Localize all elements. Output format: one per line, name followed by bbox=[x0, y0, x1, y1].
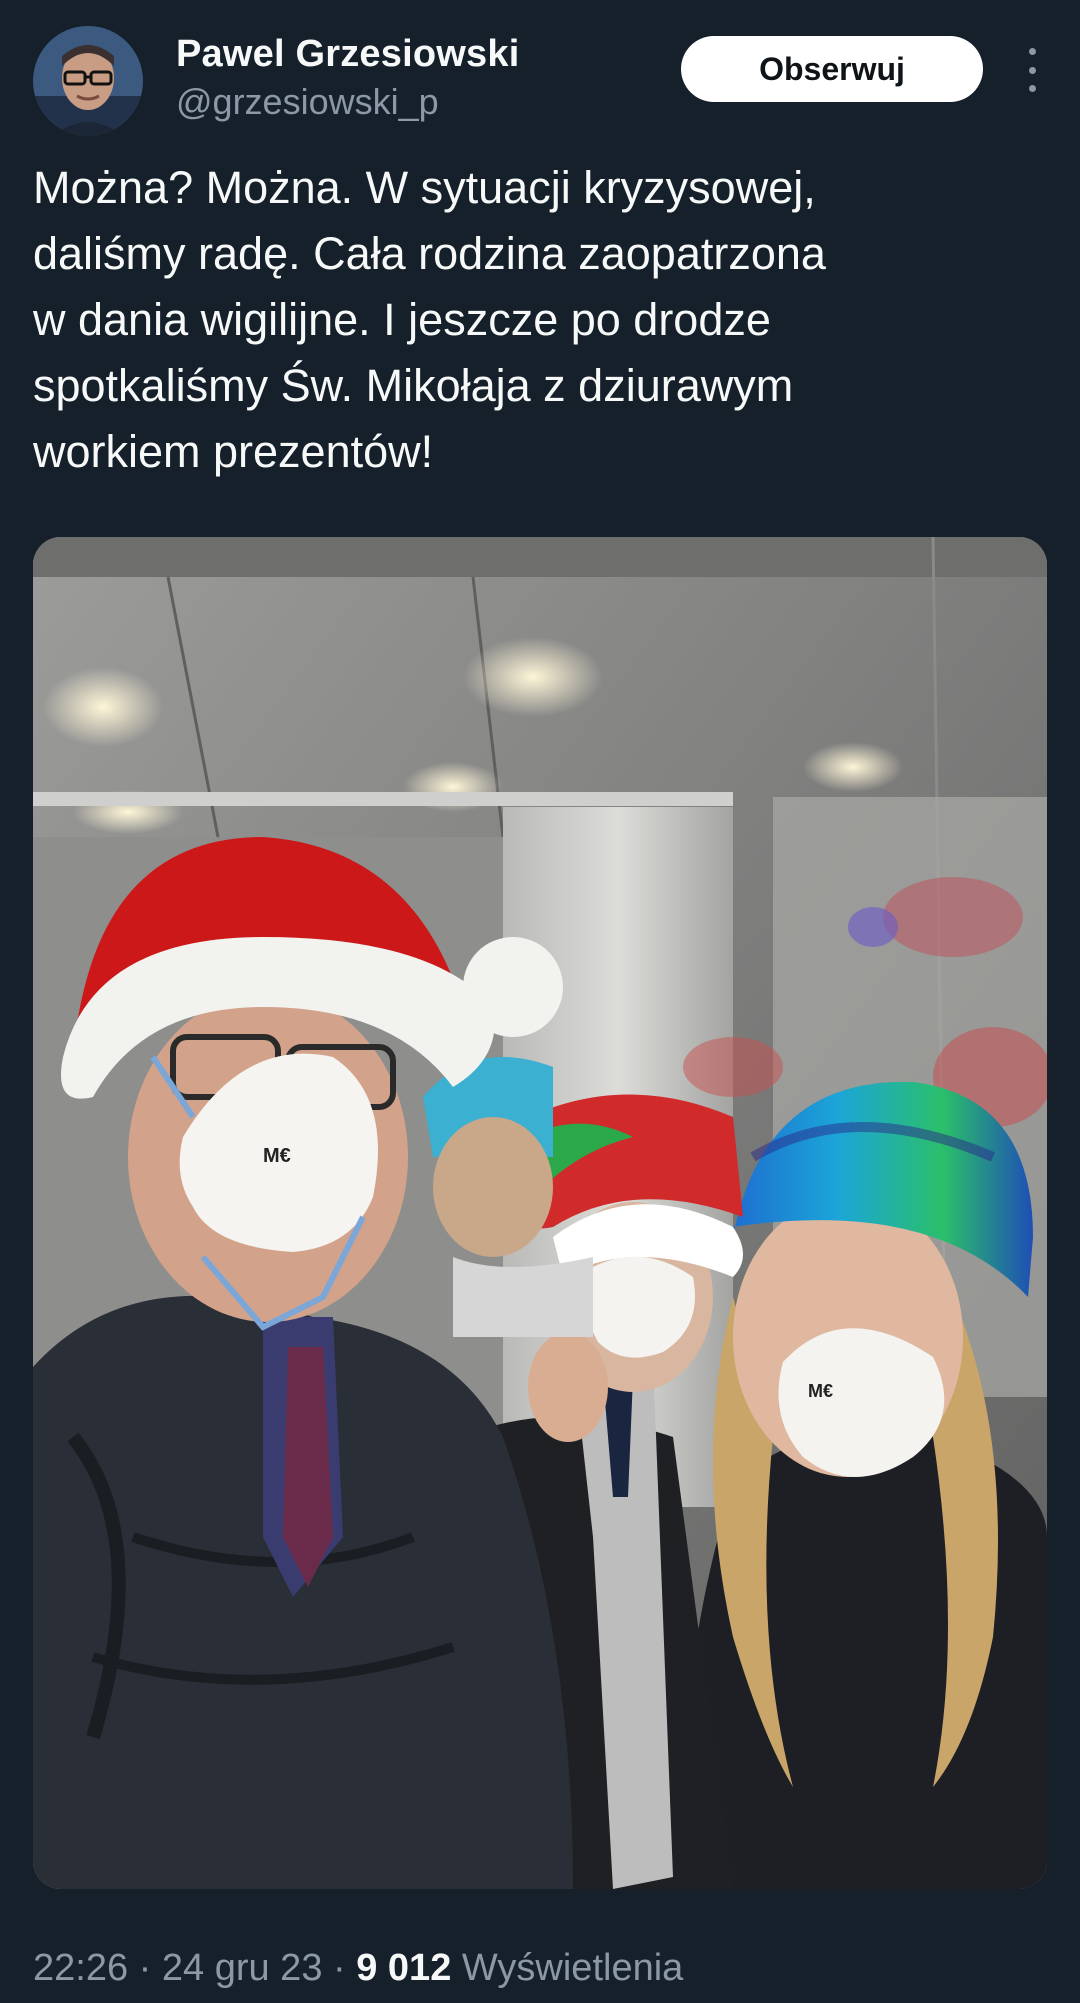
tweet-text: Można? Można. W sytuacji kryzysowej, dal… bbox=[33, 155, 1033, 485]
tweet-view: Pawel Grzesiowski @grzesiowski_p Obserwu… bbox=[0, 0, 1080, 2003]
avatar[interactable] bbox=[33, 26, 143, 136]
meta-separator: · bbox=[333, 1947, 346, 1989]
tweet-text-line: workiem prezentów! bbox=[33, 426, 434, 477]
svg-text:M€: M€ bbox=[263, 1145, 291, 1167]
display-name[interactable]: Pawel Grzesiowski bbox=[176, 28, 519, 80]
tweet-text-line: w dania wigilijne. I jeszcze po drodze bbox=[33, 294, 771, 345]
tweet-photo[interactable]: M€ M€ bbox=[33, 537, 1047, 1889]
profile-photo bbox=[33, 26, 143, 136]
tweet-text-line: Można? Można. W sytuacji kryzysowej, bbox=[33, 162, 816, 213]
tweet-header: Pawel Grzesiowski @grzesiowski_p Obserwu… bbox=[33, 26, 1047, 136]
meta-separator: · bbox=[138, 1947, 152, 1989]
tweet-text-line: daliśmy radę. Cała rodzina zaopatrzona bbox=[33, 228, 826, 279]
tweet-meta: 22:26 · 24 gru 23 · 9 012 Wyświetlenia bbox=[33, 1944, 683, 1992]
user-handle[interactable]: @grzesiowski_p bbox=[176, 80, 519, 124]
author-names: Pawel Grzesiowski @grzesiowski_p bbox=[176, 26, 519, 124]
tweet-text-line: spotkaliśmy Św. Mikołaja z dziurawym bbox=[33, 360, 794, 411]
tweet-time[interactable]: 22:26 bbox=[33, 1947, 128, 1989]
svg-text:M€: M€ bbox=[808, 1381, 833, 1401]
tweet-date[interactable]: 24 gru 23 bbox=[162, 1947, 323, 1989]
views-label: Wyświetlenia bbox=[461, 1947, 684, 1989]
follow-button[interactable]: Obserwuj bbox=[681, 36, 983, 102]
photo-family-in-elevator: M€ M€ bbox=[33, 537, 1047, 1889]
more-vertical-icon[interactable] bbox=[1017, 48, 1047, 92]
views-count: 9 012 bbox=[356, 1947, 452, 1989]
